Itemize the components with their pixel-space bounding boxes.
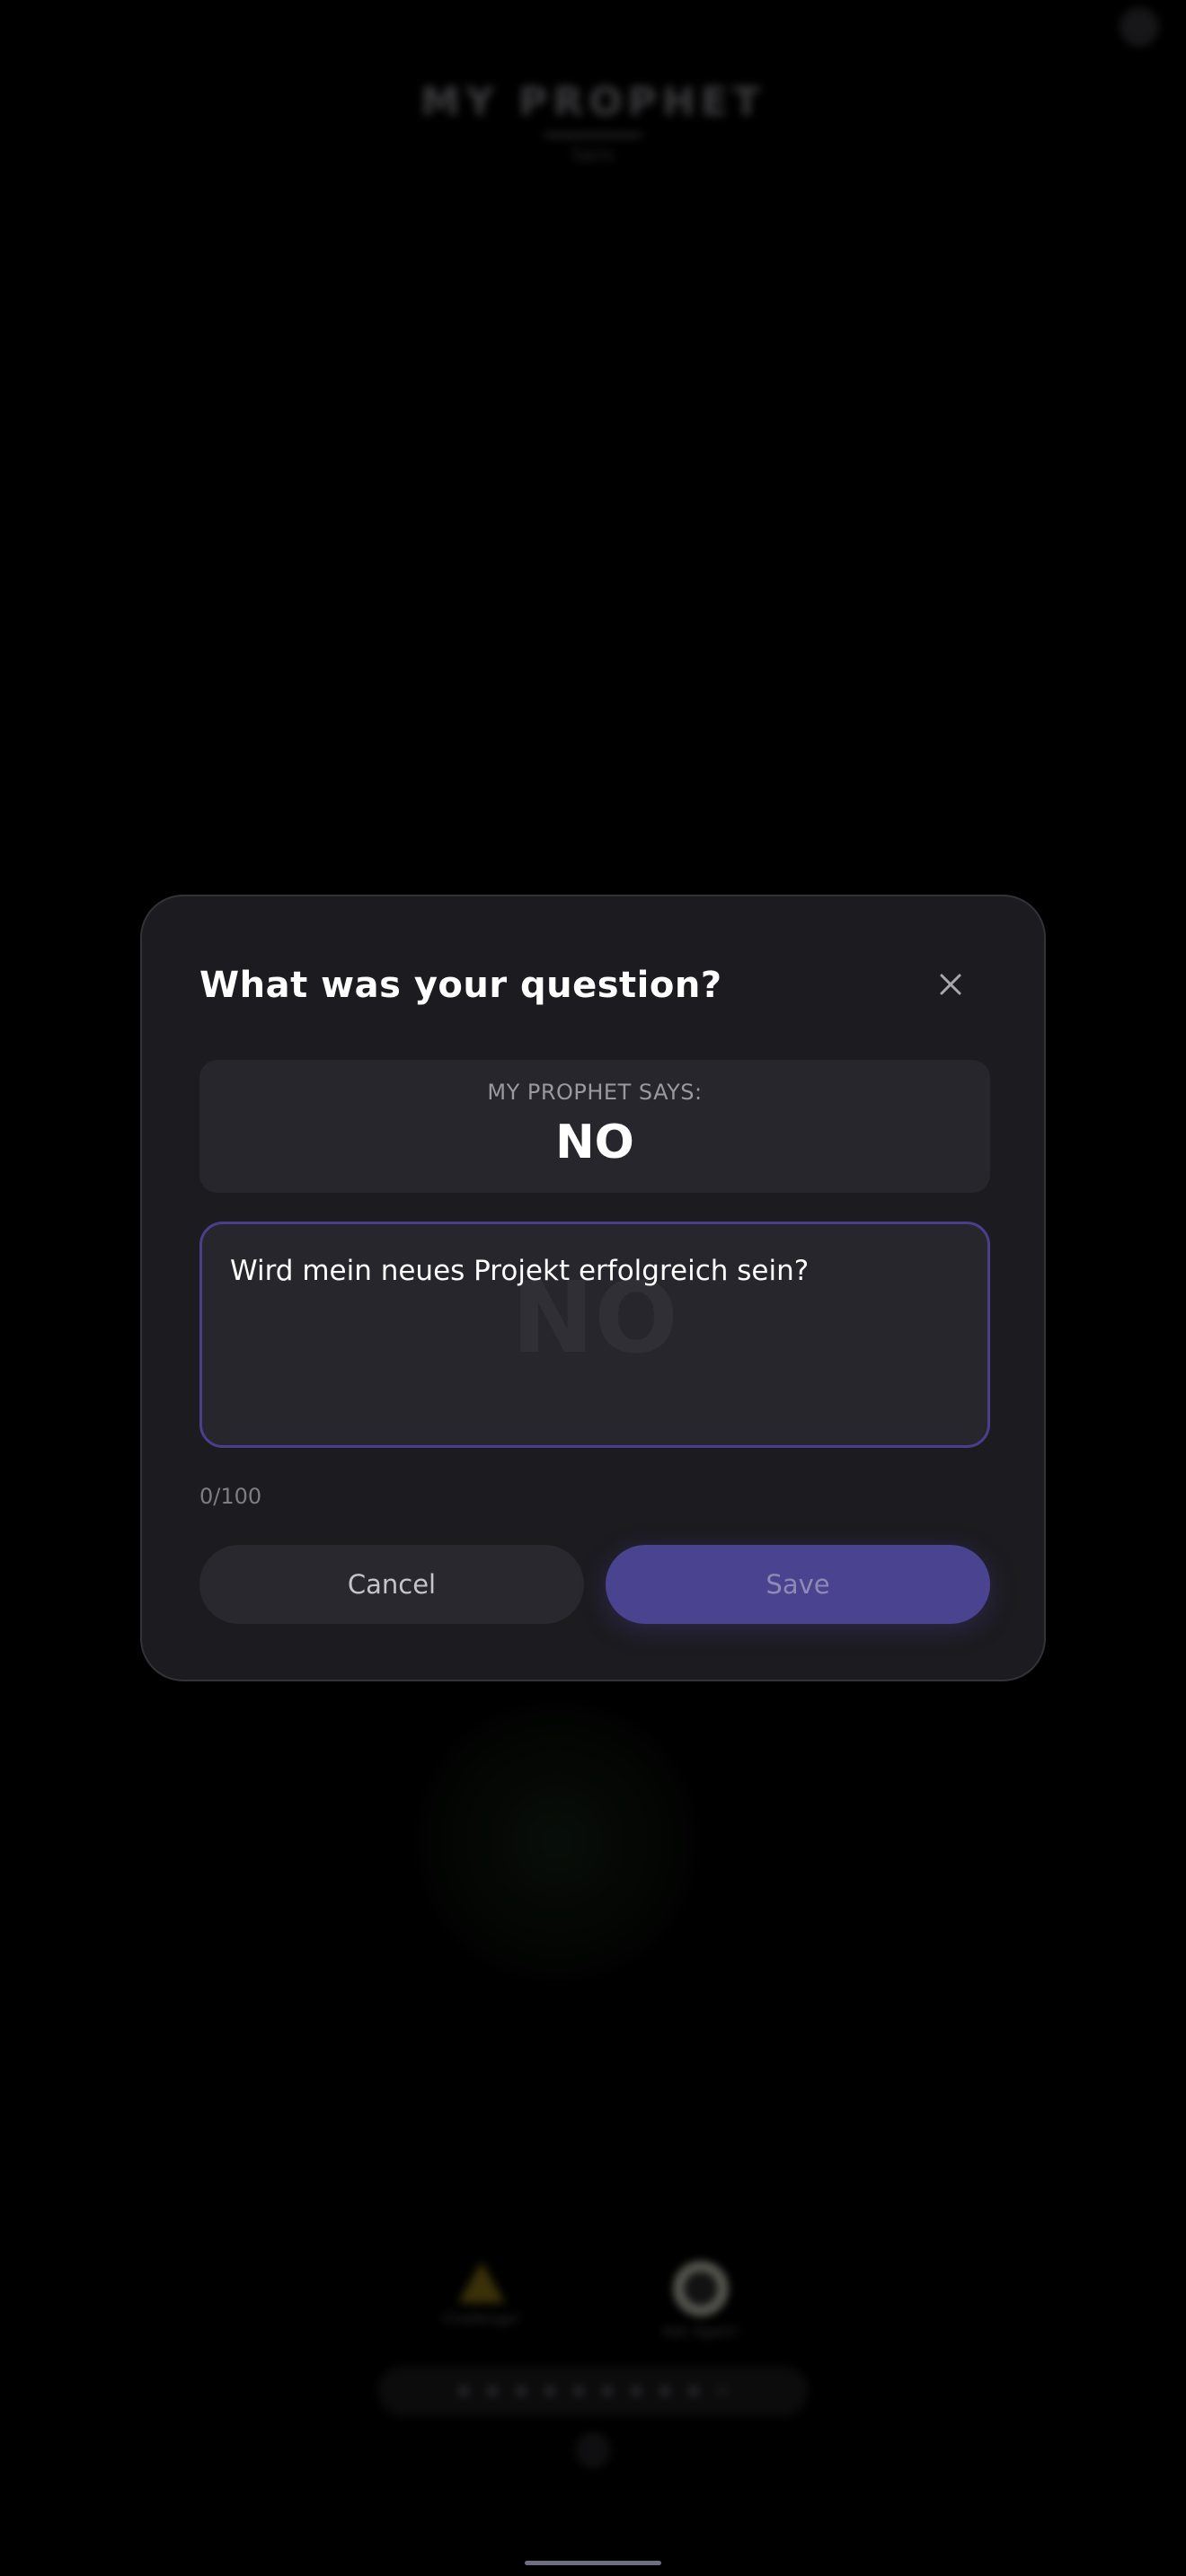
question-dialog: What was your question? MY PROPHET SAYS:…: [140, 895, 1046, 1681]
history-toggle-icon: [575, 2432, 611, 2468]
screen: MY PROPHET Sans Challenge! Ask Again! Wh…: [0, 0, 1186, 2576]
settings-icon: [1120, 7, 1159, 47]
answer-label: MY PROPHET SAYS:: [487, 1080, 703, 1105]
answer-card: MY PROPHET SAYS: NO: [199, 1060, 990, 1193]
prophet-orb: [413, 1698, 701, 1985]
challenge-action: Challenge!: [410, 2262, 553, 2327]
cancel-button[interactable]: Cancel: [199, 1545, 584, 1624]
character-counter: 0/100: [199, 1484, 262, 1509]
challenge-label: Challenge!: [442, 2310, 521, 2327]
history-dots: [377, 2366, 809, 2416]
ring-icon: [674, 2262, 728, 2316]
warning-triangle-icon: [458, 2262, 505, 2303]
app-title: MY PROPHET: [420, 79, 766, 125]
close-icon: [940, 974, 961, 995]
close-button[interactable]: [933, 966, 969, 1002]
dialog-title: What was your question?: [199, 965, 722, 1006]
ask-again-label: Ask Again!: [662, 2323, 739, 2340]
ask-again-action: Ask Again!: [629, 2262, 773, 2340]
app-subtitle: Sans: [571, 144, 615, 165]
home-indicator[interactable]: [525, 2561, 661, 2565]
question-input-text[interactable]: Wird mein neues Projekt erfolgreich sein…: [230, 1255, 960, 1287]
question-field[interactable]: NO Wird mein neues Projekt erfolgreich s…: [199, 1222, 990, 1448]
save-button[interactable]: Save: [606, 1545, 990, 1624]
answer-value: NO: [555, 1116, 634, 1169]
title-divider: [544, 133, 642, 137]
